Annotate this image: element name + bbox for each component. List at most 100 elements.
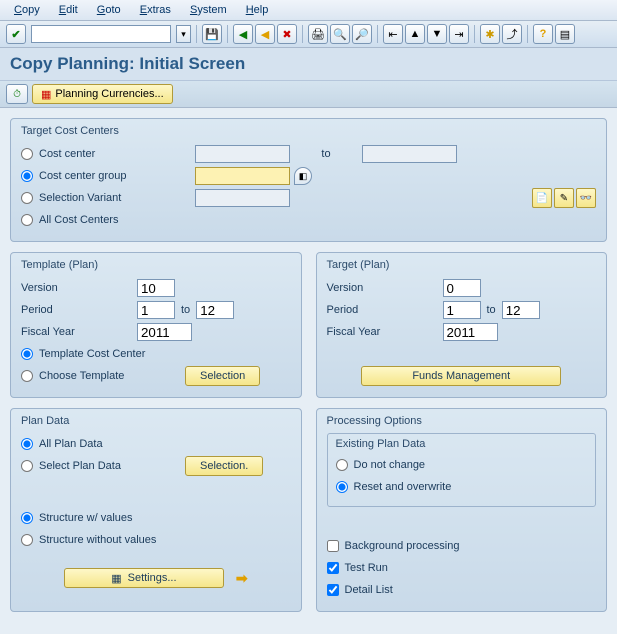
label-background-processing: Background processing: [345, 540, 460, 552]
edit-variant-icon[interactable]: ✎: [554, 188, 574, 208]
planning-currencies-button[interactable]: ▦ Planning Currencies...: [32, 84, 173, 104]
group-processing-options: Processing Options Existing Plan Data Do…: [316, 408, 608, 612]
save-icon[interactable]: 💾: [202, 24, 222, 44]
page-title: Copy Planning: Initial Screen: [0, 48, 617, 81]
menu-edit[interactable]: Edit: [51, 2, 86, 18]
group-title: Plan Data: [21, 415, 291, 427]
plan-data-selection-button[interactable]: Selection.: [185, 456, 263, 476]
label-structure-with-values: Structure w/ values: [39, 512, 133, 524]
radio-choose-template[interactable]: [21, 370, 33, 382]
find-icon[interactable]: 🔍: [330, 24, 350, 44]
group-title: Processing Options: [327, 415, 597, 427]
shortcut-icon[interactable]: ⤴: [502, 24, 522, 44]
radio-template-cost-center[interactable]: [21, 348, 33, 360]
label-cost-center-group: Cost center group: [39, 170, 189, 182]
group-title: Template (Plan): [21, 259, 291, 271]
menu-help[interactable]: Help: [238, 2, 277, 18]
funds-management-button[interactable]: Funds Management: [361, 366, 561, 386]
create-variant-icon[interactable]: 📄: [532, 188, 552, 208]
label-to: to: [181, 304, 190, 316]
currencies-icon: ▦: [41, 88, 51, 101]
label-period: Period: [21, 304, 131, 316]
selection-variant-field[interactable]: [195, 189, 290, 207]
template-period-from-field[interactable]: [137, 301, 175, 319]
radio-select-plan-data[interactable]: [21, 460, 33, 472]
separator: [196, 25, 197, 43]
planning-currencies-label: Planning Currencies...: [55, 88, 163, 100]
label-test-run: Test Run: [345, 562, 388, 574]
exit-icon[interactable]: ◀: [255, 24, 275, 44]
template-fiscal-year-field[interactable]: [137, 323, 192, 341]
label-select-plan-data: Select Plan Data: [39, 460, 179, 472]
back-icon[interactable]: ◀: [233, 24, 253, 44]
radio-selection-variant[interactable]: [21, 192, 33, 204]
settings-button[interactable]: ▦ Settings...: [64, 568, 224, 588]
cost-center-from-field[interactable]: [195, 145, 290, 163]
f4-help-icon[interactable]: ◧: [294, 167, 312, 185]
enter-icon[interactable]: ✔: [6, 24, 26, 44]
group-target-cost-centers: Target Cost Centers Cost center to Cost …: [10, 118, 607, 242]
label-all-plan-data: All Plan Data: [39, 438, 103, 450]
layout-icon[interactable]: ▤: [555, 24, 575, 44]
command-field[interactable]: [31, 25, 171, 43]
group-template-plan: Template (Plan) Version Period to Fiscal…: [10, 252, 302, 398]
prev-page-icon[interactable]: ▲: [405, 24, 425, 44]
label-detail-list: Detail List: [345, 584, 393, 596]
label-all-cost-centers: All Cost Centers: [39, 214, 118, 226]
first-page-icon[interactable]: ⇤: [383, 24, 403, 44]
separator: [227, 25, 228, 43]
group-target-plan: Target (Plan) Version Period to Fiscal Y…: [316, 252, 608, 398]
label-fiscal-year: Fiscal Year: [327, 326, 437, 338]
template-selection-button[interactable]: Selection: [185, 366, 260, 386]
content-area: Target Cost Centers Cost center to Cost …: [0, 108, 617, 632]
radio-structure-without-values[interactable]: [21, 534, 33, 546]
arrow-right-icon: ➡: [236, 570, 248, 587]
inner-group-title: Existing Plan Data: [336, 438, 588, 450]
inner-group-existing-plan-data: Existing Plan Data Do not change Reset a…: [327, 433, 597, 507]
label-to: to: [487, 304, 496, 316]
execute-icon[interactable]: ⏱: [6, 84, 28, 104]
label-structure-without-values: Structure without values: [39, 534, 156, 546]
last-page-icon[interactable]: ⇥: [449, 24, 469, 44]
target-version-field[interactable]: [443, 279, 481, 297]
target-fiscal-year-field[interactable]: [443, 323, 498, 341]
radio-reset-overwrite[interactable]: [336, 481, 348, 493]
print-icon[interactable]: 🖨: [308, 24, 328, 44]
radio-cost-center-group[interactable]: [21, 170, 33, 182]
template-period-to-field[interactable]: [196, 301, 234, 319]
cost-center-group-field[interactable]: [195, 167, 290, 185]
new-session-icon[interactable]: ✱: [480, 24, 500, 44]
settings-icon: ▦: [111, 572, 121, 585]
group-title: Target Cost Centers: [21, 125, 596, 137]
label-cost-center: Cost center: [39, 148, 189, 160]
separator: [527, 25, 528, 43]
separator: [474, 25, 475, 43]
radio-structure-with-values[interactable]: [21, 512, 33, 524]
display-variant-icon[interactable]: 👓: [576, 188, 596, 208]
label-choose-template: Choose Template: [39, 370, 179, 382]
menu-goto[interactable]: Goto: [89, 2, 129, 18]
target-period-from-field[interactable]: [443, 301, 481, 319]
radio-do-not-change[interactable]: [336, 459, 348, 471]
next-page-icon[interactable]: ▼: [427, 24, 447, 44]
cost-center-to-field[interactable]: [362, 145, 457, 163]
standard-toolbar: ✔ ▾ 💾 ◀ ◀ ✖ 🖨 🔍 🔎 ⇤ ▲ ▼ ⇥ ✱ ⤴ ? ▤: [0, 21, 617, 48]
menu-system[interactable]: System: [182, 2, 235, 18]
target-period-to-field[interactable]: [502, 301, 540, 319]
template-version-field[interactable]: [137, 279, 175, 297]
help-icon[interactable]: ?: [533, 24, 553, 44]
app-toolbar: ⏱ ▦ Planning Currencies...: [0, 81, 617, 108]
radio-cost-center[interactable]: [21, 148, 33, 160]
checkbox-background-processing[interactable]: [327, 540, 339, 552]
find-next-icon[interactable]: 🔎: [352, 24, 372, 44]
menu-copy[interactable]: Copy: [6, 2, 48, 18]
label-reset-overwrite: Reset and overwrite: [354, 481, 452, 493]
radio-all-plan-data[interactable]: [21, 438, 33, 450]
label-selection-variant: Selection Variant: [39, 192, 189, 204]
checkbox-detail-list[interactable]: [327, 584, 339, 596]
command-dropdown-icon[interactable]: ▾: [176, 25, 191, 43]
menu-extras[interactable]: Extras: [132, 2, 179, 18]
cancel-icon[interactable]: ✖: [277, 24, 297, 44]
checkbox-test-run[interactable]: [327, 562, 339, 574]
radio-all-cost-centers[interactable]: [21, 214, 33, 226]
